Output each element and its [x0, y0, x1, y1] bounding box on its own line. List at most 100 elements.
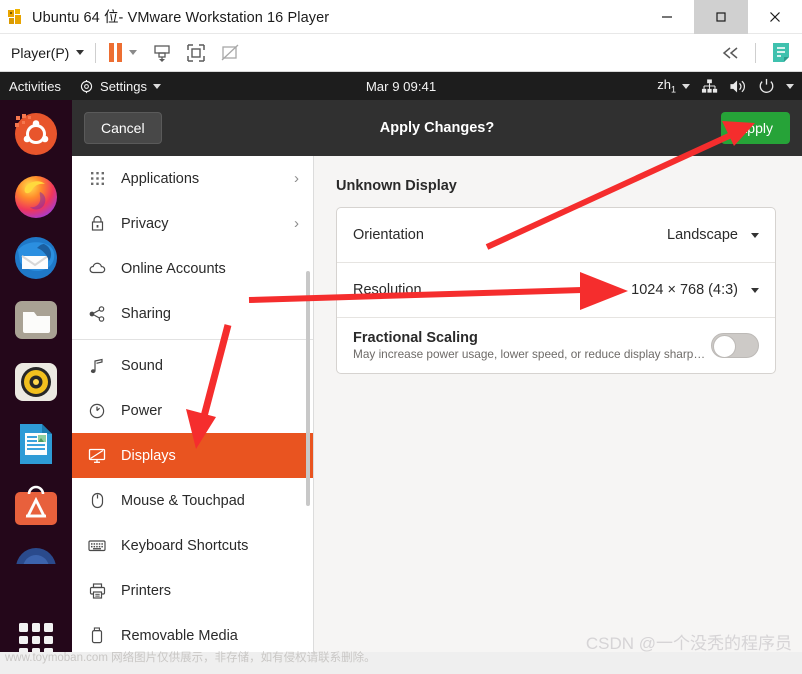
watermark-right: CSDN @一个没秃的程序员 — [585, 634, 792, 653]
settings-gear-icon — [80, 79, 93, 93]
notes-button[interactable] — [770, 39, 792, 67]
firefox-icon[interactable] — [12, 172, 60, 220]
thunderbird-icon[interactable] — [12, 234, 60, 282]
collapse-left-icon — [722, 46, 738, 59]
send-ctrl-alt-del-button[interactable] — [151, 39, 173, 67]
chevron-down-icon — [153, 83, 162, 89]
display-icon — [88, 448, 106, 464]
power-icon[interactable] — [758, 78, 775, 95]
sidebar-item-privacy[interactable]: Privacy › — [72, 201, 313, 246]
apply-button[interactable]: Apply — [720, 112, 790, 144]
ubuntu-help-icon[interactable] — [12, 110, 60, 158]
collapse-left-button[interactable] — [721, 39, 741, 67]
sidebar-item-displays[interactable]: Displays — [72, 433, 313, 478]
settings-window: Cancel Apply Changes? Apply Applications… — [72, 100, 802, 674]
vmware-toolbar: Player(P) — [0, 34, 802, 72]
sidebar-item-printers[interactable]: Printers — [72, 568, 313, 613]
sidebar-item-label: Removable Media — [121, 627, 238, 644]
toggle-knob — [713, 335, 736, 358]
display-section-title: Unknown Display — [336, 178, 457, 194]
mouse-icon — [88, 492, 106, 509]
fractional-scaling-row: Fractional Scaling May increase power us… — [337, 318, 775, 373]
pause-icon — [109, 43, 123, 62]
grid-dots-icon — [88, 171, 106, 186]
network-wired-icon[interactable] — [701, 78, 718, 95]
orientation-dropdown[interactable]: Landscape — [667, 227, 759, 243]
chevron-down-icon — [682, 83, 690, 89]
resolution-label: Resolution — [353, 282, 422, 298]
player-menu-button[interactable]: Player(P) — [11, 44, 85, 61]
sidebar-item-applications[interactable]: Applications › — [72, 156, 313, 201]
guest-screen: Activities Settings Mar 9 09:41 zh1 Canc… — [0, 72, 802, 674]
fractional-scaling-description: May increase power usage, lower speed, o… — [353, 347, 706, 361]
sidebar-item-label: Displays — [121, 447, 176, 464]
cancel-button[interactable]: Cancel — [84, 112, 162, 144]
keyboard-icon — [88, 539, 106, 552]
displays-panel: Unknown Display Orientation Landscape Re… — [314, 156, 802, 674]
sidebar-item-label: Online Accounts — [121, 260, 226, 277]
display-settings-card: Orientation Landscape Resolution 1024 × … — [336, 207, 776, 374]
activities-button[interactable]: Activities — [0, 79, 71, 94]
chevron-down-icon — [76, 50, 85, 55]
sidebar-divider — [72, 339, 313, 340]
keyboard-layout-label: zh — [657, 77, 671, 93]
sidebar-item-label: Printers — [121, 582, 171, 599]
chevron-down-icon — [129, 50, 138, 55]
sidebar-item-sharing[interactable]: Sharing — [72, 291, 313, 336]
sidebar-item-label: Sharing — [121, 305, 171, 322]
close-button[interactable] — [748, 0, 802, 34]
files-icon[interactable] — [12, 296, 60, 344]
music-note-icon — [88, 358, 106, 374]
pause-button[interactable] — [107, 39, 123, 67]
sidebar-scrollbar[interactable] — [306, 271, 310, 506]
resolution-value: 1024 × 768 (4:3) — [631, 282, 738, 298]
fractional-scaling-toggle[interactable] — [711, 333, 759, 358]
sidebar-item-label: Sound — [121, 357, 163, 374]
gnome-top-bar: Activities Settings Mar 9 09:41 zh1 — [0, 72, 802, 100]
vmware-player-window: Ubuntu 64 位- VMware Workstation 16 Playe… — [0, 0, 802, 674]
toolbar-divider — [95, 42, 97, 63]
maximize-button[interactable] — [694, 0, 748, 34]
send-ctrl-alt-del-icon — [154, 44, 171, 62]
sidebar-item-label: Mouse & Touchpad — [121, 492, 245, 509]
help-disc-icon[interactable] — [12, 544, 60, 564]
rhythmbox-icon[interactable] — [12, 358, 60, 406]
toolbar-divider-2 — [755, 42, 756, 63]
full-screen-button[interactable] — [219, 39, 241, 67]
chevron-down-icon — [751, 232, 759, 238]
pause-dropdown-button[interactable] — [122, 39, 138, 67]
full-screen-icon — [221, 44, 239, 60]
minimize-button[interactable] — [640, 0, 694, 34]
resolution-dropdown[interactable]: 1024 × 768 (4:3) — [631, 282, 759, 298]
vmware-logo-icon — [7, 8, 25, 26]
sidebar-item-sound[interactable]: Sound — [72, 343, 313, 388]
window-controls — [640, 0, 802, 34]
unity-mode-button[interactable] — [185, 39, 207, 67]
orientation-row[interactable]: Orientation Landscape — [337, 208, 775, 263]
chevron-down-icon — [751, 287, 759, 293]
orientation-value: Landscape — [667, 227, 738, 243]
sidebar-item-power[interactable]: Power — [72, 388, 313, 433]
vmware-window-title: Ubuntu 64 位- VMware Workstation 16 Playe… — [32, 10, 330, 26]
settings-header: Cancel Apply Changes? Apply — [72, 100, 802, 156]
sidebar-item-mouse-touchpad[interactable]: Mouse & Touchpad — [72, 478, 313, 523]
vmware-titlebar: Ubuntu 64 位- VMware Workstation 16 Playe… — [0, 0, 802, 34]
resolution-row[interactable]: Resolution 1024 × 768 (4:3) — [337, 263, 775, 318]
ubuntu-dock — [0, 100, 72, 674]
printer-icon — [88, 582, 106, 599]
sidebar-item-online-accounts[interactable]: Online Accounts — [72, 246, 313, 291]
libreoffice-writer-icon[interactable] — [12, 420, 60, 468]
keyboard-layout-sub: 1 — [670, 84, 676, 95]
volume-icon[interactable] — [729, 78, 747, 95]
power-circle-icon — [88, 403, 106, 419]
keyboard-layout-indicator[interactable]: zh1 — [657, 77, 690, 95]
chevron-down-icon[interactable] — [786, 83, 794, 89]
orientation-label: Orientation — [353, 227, 424, 243]
cloud-icon — [88, 262, 106, 275]
unity-mode-icon — [187, 43, 206, 62]
ubuntu-software-icon[interactable] — [12, 482, 60, 530]
app-menu-settings[interactable]: Settings — [71, 79, 169, 94]
player-menu-label: Player(P) — [11, 44, 70, 61]
settings-dialog-title: Apply Changes? — [379, 120, 495, 136]
sidebar-item-keyboard-shortcuts[interactable]: Keyboard Shortcuts — [72, 523, 313, 568]
